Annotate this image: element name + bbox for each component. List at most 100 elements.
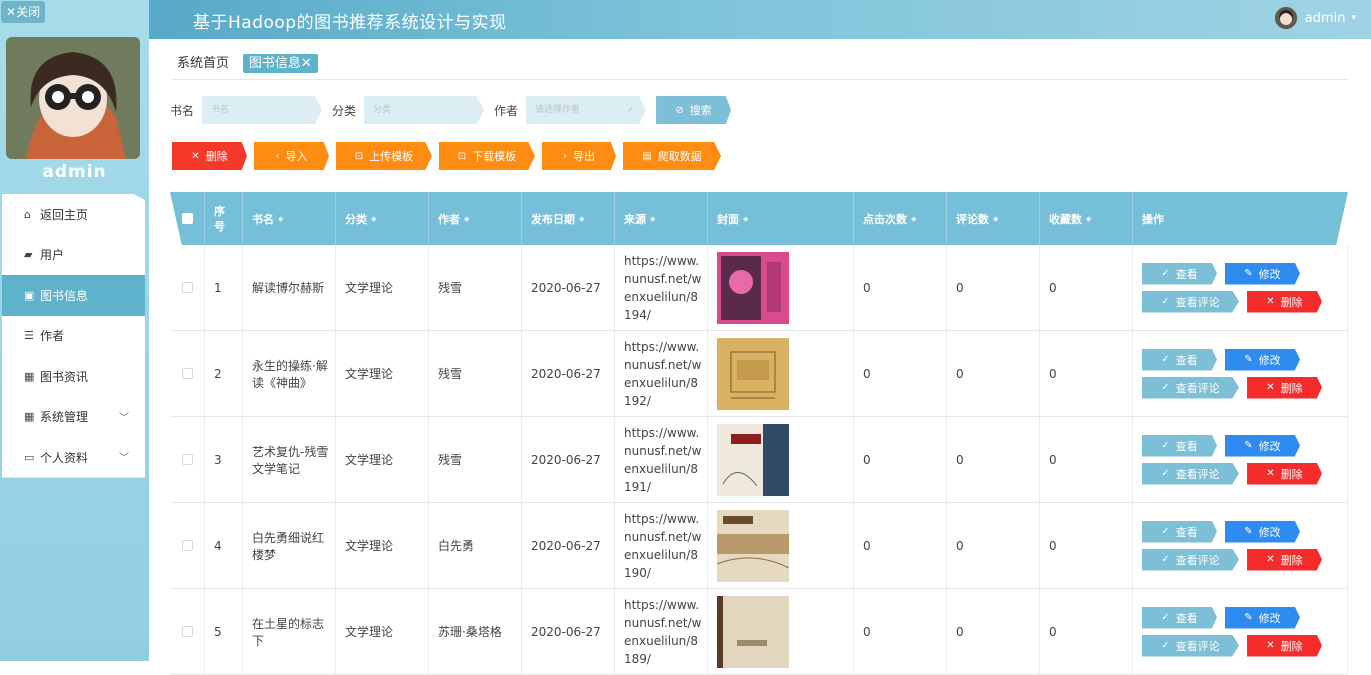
crawl-data-button[interactable]: ▤ 爬取数据 [623,142,721,170]
sidebar-item-profile[interactable]: ▭ 个人资料 ﹀ [2,437,145,478]
view-button[interactable]: ✓ 查看 [1142,434,1217,457]
cell-category: 文学理论 [336,503,429,588]
header-label: 点击次数 [863,212,907,226]
user-menu[interactable]: admin ▾ [1274,7,1356,29]
sort-icon[interactable]: ◆ [579,215,584,223]
header-author[interactable]: 作者 ◆ [429,192,522,245]
sidebar-username: admin [42,162,107,182]
book-cover-image[interactable] [717,251,789,324]
close-button[interactable]: ✕关闭 [1,1,46,23]
import-button[interactable]: ‹ 导入 [254,142,329,170]
author-select[interactable]: 请选择作者 ✓ [526,96,647,124]
avatar [6,37,140,159]
sidebar: ✕关闭 admin ⌂ 返回主页 ▰ 用户 ▣ 图书信息 ☰ 作者 ▦ 图书资讯 ▦ 系统管… [0,0,149,661]
header-label: 评论数 [956,212,989,226]
view-button[interactable]: ✓ 查看 [1142,348,1217,371]
sidebar-item-system[interactable]: ▦ 系统管理 ﹀ [2,397,145,438]
header-name[interactable]: 书名 ◆ [243,192,336,245]
tab-home[interactable]: 系统首页 [171,54,235,73]
row-delete-label: 删除 [1280,467,1303,481]
cell-category: 文学理论 [336,245,429,330]
sort-icon[interactable]: ◆ [993,215,998,223]
view-comments-button[interactable]: ✓ 查看评论 [1142,462,1239,485]
upload-template-button[interactable]: ⊡ 上传模板 [336,142,432,170]
select-all-checkbox[interactable] [181,213,193,224]
view-button[interactable]: ✓ 查看 [1142,262,1217,285]
sort-icon[interactable]: ◆ [278,215,283,223]
name-search-input[interactable]: 书名 [202,96,323,124]
header-clicks[interactable]: 点击次数 ◆ [854,192,947,245]
close-icon[interactable]: ✕ [301,56,312,71]
cell-author: 苏珊·桑塔格 [429,589,522,674]
sidebar-item-label: 系统管理 [40,410,89,425]
header-comments[interactable]: 评论数 ◆ [947,192,1040,245]
view-comments-button[interactable]: ✓ 查看评论 [1142,376,1239,399]
file-icon: ⊡ [354,150,364,162]
export-button[interactable]: › 导出 [542,142,616,170]
view-comments-button[interactable]: ✓ 查看评论 [1142,634,1239,657]
chevron-down-icon: ▾ [1351,13,1356,23]
delete-label: 删除 [205,150,228,163]
row-checkbox[interactable] [181,454,193,465]
sort-icon[interactable]: ◆ [743,215,748,223]
sort-icon[interactable]: ◆ [650,215,655,223]
cell-comments: 0 [947,245,1040,330]
book-cover-image[interactable] [717,423,789,496]
edit-label: 修改 [1258,353,1281,367]
edit-label: 修改 [1258,267,1281,281]
header-cover[interactable]: 封面 ◆ [708,192,854,245]
view-comments-button[interactable]: ✓ 查看评论 [1142,290,1239,313]
tab-book-info[interactable]: 图书信息✕ [242,54,318,73]
delete-button[interactable]: ✕ 删除 [172,142,247,170]
row-checkbox[interactable] [181,626,193,637]
row-checkbox[interactable] [181,540,193,551]
cell-ops: ✓ 查看 ✎ 修改 ✓ 查看评论 ✕ 删除 [1133,245,1348,330]
edit-button[interactable]: ✎ 修改 [1225,520,1300,543]
close-icon: ✕ [1266,640,1275,651]
cell-favorites: 0 [1040,503,1133,588]
edit-button[interactable]: ✎ 修改 [1225,262,1300,285]
row-delete-button[interactable]: ✕ 删除 [1247,634,1322,657]
header-favorites[interactable]: 收藏数 ◆ [1040,192,1133,245]
header-label: 来源 [624,212,646,226]
row-checkbox[interactable] [181,282,193,293]
search-button[interactable]: ⊘ 搜索 [656,96,732,124]
book-cover-image[interactable] [717,337,789,410]
view-comments-button[interactable]: ✓ 查看评论 [1142,548,1239,571]
header-date[interactable]: 发布日期 ◆ [522,192,615,245]
check-icon: ✓ [1161,468,1170,479]
edit-button[interactable]: ✎ 修改 [1225,348,1300,371]
cell-name: 永生的操练·解读《神曲》 [243,331,336,416]
download-template-button[interactable]: ⊡ 下载模板 [439,142,535,170]
edit-icon: ✎ [1244,526,1253,537]
row-checkbox[interactable] [181,368,193,379]
sidebar-item-author[interactable]: ☰ 作者 [2,316,145,357]
sidebar-item-user[interactable]: ▰ 用户 [2,235,145,276]
category-search-input[interactable]: 分类 [364,96,485,124]
sort-icon[interactable]: ◆ [464,215,469,223]
row-delete-button[interactable]: ✕ 删除 [1247,462,1322,485]
edit-button[interactable]: ✎ 修改 [1225,606,1300,629]
header-label: 封面 [717,212,739,226]
cell-date: 2020-06-27 [522,245,615,330]
view-button[interactable]: ✓ 查看 [1142,520,1217,543]
sort-icon[interactable]: ◆ [911,215,916,223]
row-delete-button[interactable]: ✕ 删除 [1247,290,1322,313]
header-source[interactable]: 来源 ◆ [615,192,708,245]
view-button[interactable]: ✓ 查看 [1142,606,1217,629]
edit-button[interactable]: ✎ 修改 [1225,434,1300,457]
row-delete-button[interactable]: ✕ 删除 [1247,376,1322,399]
cell-favorites: 0 [1040,589,1133,674]
book-cover-image[interactable] [717,595,789,668]
sidebar-item-book-info[interactable]: ▣ 图书信息 [2,275,145,316]
row-delete-label: 删除 [1280,295,1303,309]
book-cover-image[interactable] [717,509,789,582]
sort-icon[interactable]: ◆ [1086,215,1091,223]
sidebar-item-home[interactable]: ⌂ 返回主页 [2,194,145,235]
sort-icon[interactable]: ◆ [371,215,376,223]
cell-cover [708,503,854,588]
header-category[interactable]: 分类 ◆ [336,192,429,245]
row-delete-button[interactable]: ✕ 删除 [1247,548,1322,571]
sidebar-item-book-news[interactable]: ▦ 图书资讯 [2,356,145,397]
cell-index: 4 [205,503,243,588]
